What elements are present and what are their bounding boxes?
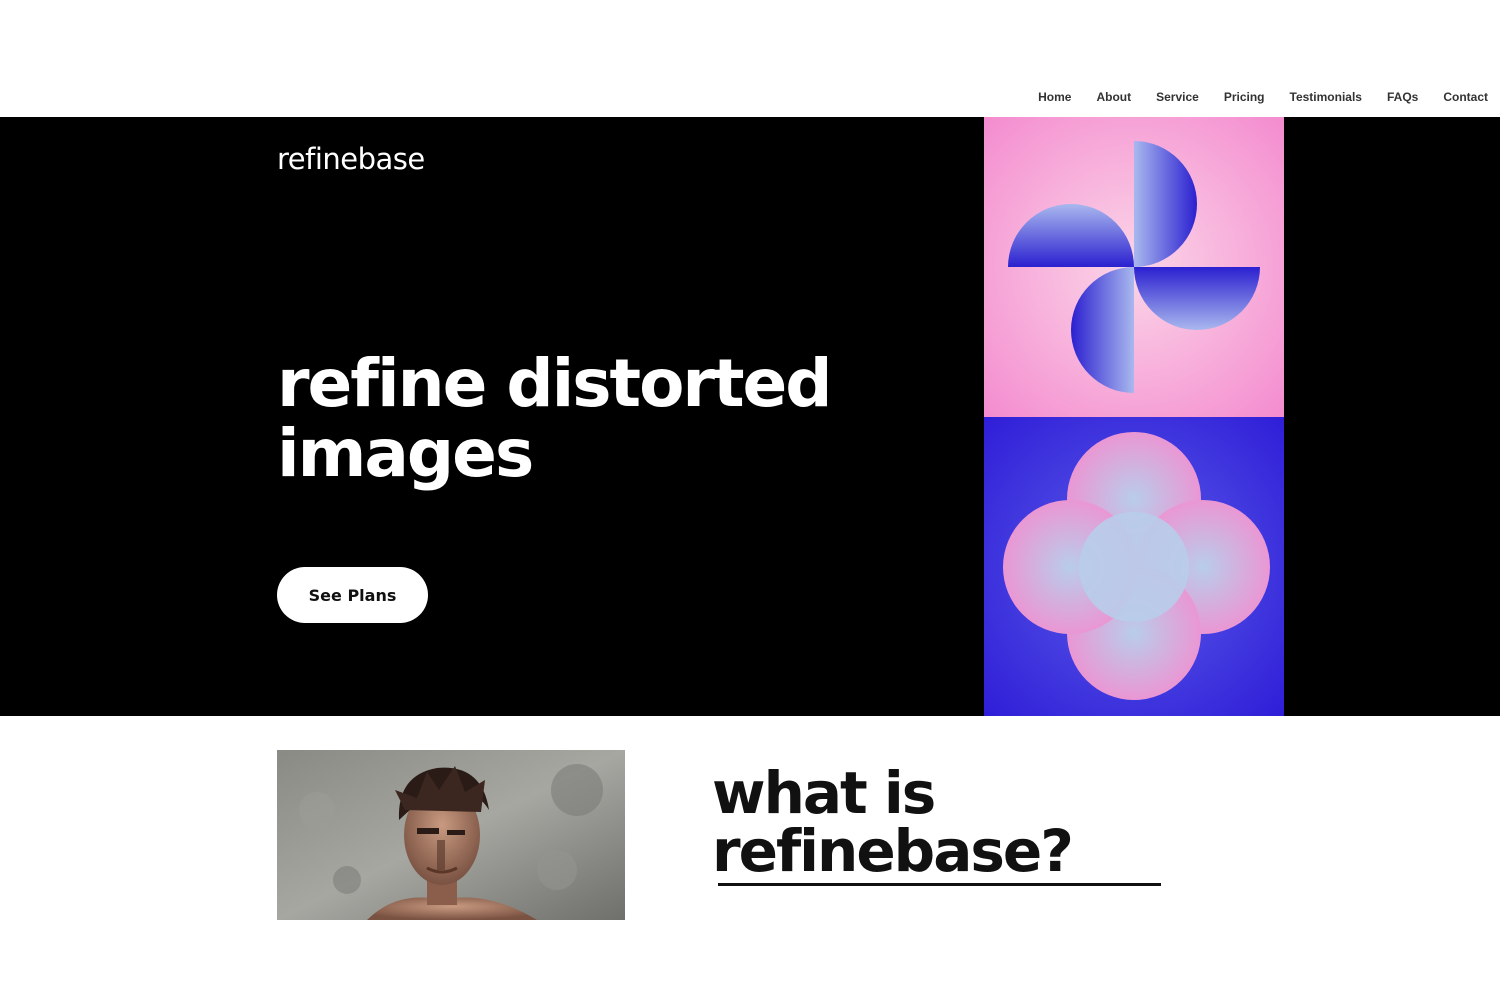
nav-faqs[interactable]: FAQs	[1387, 90, 1418, 104]
abstract-shapes-illustration	[984, 117, 1284, 716]
nav-about[interactable]: About	[1096, 90, 1131, 104]
nav-home[interactable]: Home	[1038, 90, 1071, 104]
brand-logo[interactable]: refinebase	[277, 142, 425, 176]
nav-service[interactable]: Service	[1156, 90, 1199, 104]
about-section: what is refinebase?	[0, 716, 1500, 1000]
nav-pricing[interactable]: Pricing	[1224, 90, 1265, 104]
about-heading-line2: refinebase?	[712, 817, 1074, 885]
nav-contact[interactable]: Contact	[1443, 90, 1488, 104]
portrait-image	[277, 750, 625, 920]
petal-center	[1079, 512, 1189, 622]
nav-testimonials[interactable]: Testimonials	[1290, 90, 1362, 104]
hero-section: refinebase refine distorted images See P…	[0, 117, 1500, 716]
hero-headline: refine distorted images	[277, 345, 833, 492]
see-plans-button[interactable]: See Plans	[277, 567, 428, 623]
top-bar: Home About Service Pricing Testimonials …	[0, 0, 1500, 117]
distorted-portrait-illustration	[277, 750, 625, 920]
heading-underline	[718, 883, 1161, 886]
about-heading: what is refinebase?	[712, 764, 1074, 880]
hero-artwork	[984, 117, 1284, 716]
main-nav: Home About Service Pricing Testimonials …	[1013, 90, 1488, 104]
